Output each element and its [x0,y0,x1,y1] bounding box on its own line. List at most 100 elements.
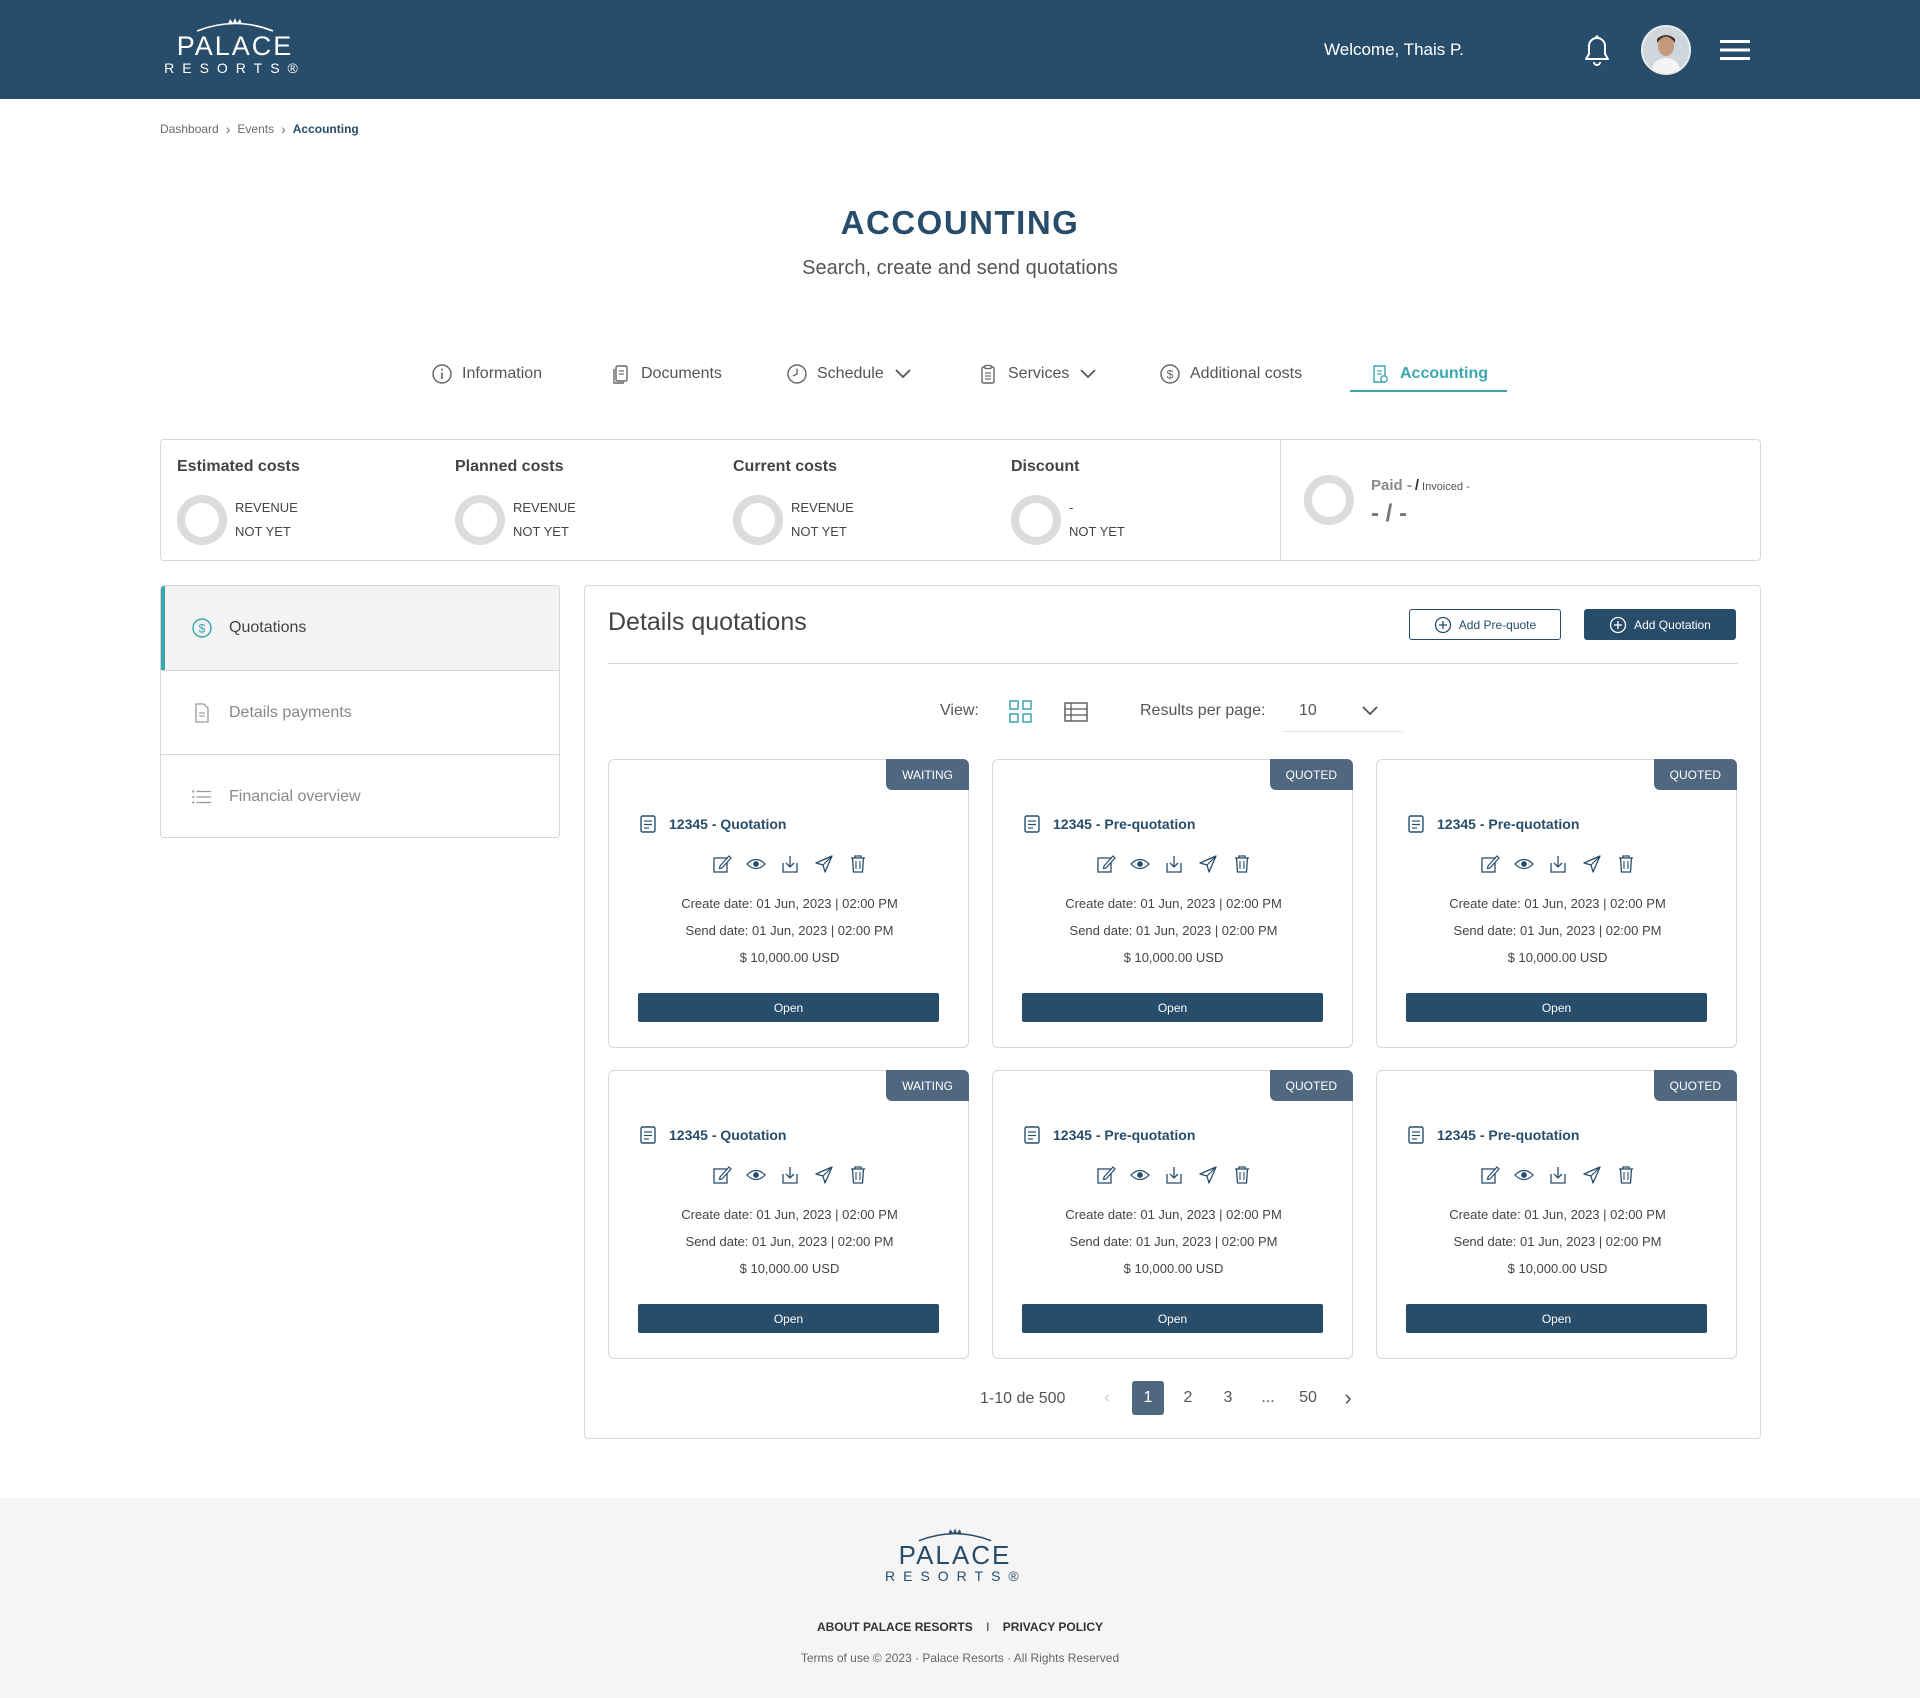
send-icon[interactable] [1582,1165,1602,1185]
edit-icon[interactable] [1480,1165,1500,1185]
edit-icon[interactable] [1096,1165,1116,1185]
eye-icon[interactable] [1513,1165,1534,1185]
trash-icon[interactable] [1232,1165,1252,1185]
results-per-page-select[interactable]: 10 [1283,692,1403,732]
quotation-card: WAITING 12345 - Quotation Create date: 01 … [608,759,969,1048]
page-3[interactable]: 3 [1212,1381,1244,1415]
tab-label: Information [462,365,543,382]
open-button[interactable]: Open [1406,1304,1707,1333]
send-icon[interactable] [1582,854,1602,874]
notification-bell-icon[interactable] [1580,32,1614,68]
privacy-policy-link[interactable]: PRIVACY POLICY [1003,1620,1103,1634]
sidebar-item-details-payments[interactable]: Details payments [161,671,559,755]
tab-schedule[interactable]: Schedule [786,356,912,392]
trash-icon[interactable] [1616,854,1636,874]
open-button[interactable]: Open [1406,993,1707,1022]
palace-resorts-logo[interactable]: PALACE RESORTS® [160,18,310,76]
previous-page-icon[interactable]: ‹ [1091,1381,1123,1415]
link-separator: I [986,1620,990,1634]
sidebar-item-financial-overview[interactable]: Financial overview [161,755,559,837]
trash-icon[interactable] [848,1165,868,1185]
open-button[interactable]: Open [1022,1304,1323,1333]
edit-icon[interactable] [1480,854,1500,874]
quotation-card: WAITING 12345 - Quotation Create date: 01 … [608,1070,969,1359]
send-icon[interactable] [814,1165,834,1185]
add-pre-quote-button[interactable]: Add Pre-quote [1409,609,1561,640]
user-avatar[interactable] [1641,25,1691,75]
quotation-title[interactable]: 12345 - Pre-quotation [1437,1127,1579,1143]
download-icon[interactable] [780,854,800,874]
page-50[interactable]: 50 [1292,1381,1324,1415]
panel-title: Details quotations [608,608,807,636]
amount: $ 10,000.00 USD [1123,1261,1224,1276]
footer-links: ABOUT PALACE RESORTS I PRIVACY POLICY [0,1620,1920,1634]
about-link[interactable]: ABOUT PALACE RESORTS [817,1620,973,1634]
edit-icon[interactable] [712,854,732,874]
download-icon[interactable] [1548,854,1568,874]
send-date: Send date: 01 Jun, 2023 | 02:00 PM [1069,1234,1278,1249]
tab-services[interactable]: Services [977,356,1097,392]
progress-ring [1011,495,1061,545]
quotation-title[interactable]: 12345 - Quotation [669,816,786,832]
eye-icon[interactable] [745,1165,766,1185]
page-title: ACCOUNTING [840,204,1080,241]
trash-icon[interactable] [1232,854,1252,874]
eye-icon[interactable] [1513,854,1534,874]
send-icon[interactable] [814,854,834,874]
edit-icon[interactable] [1096,854,1116,874]
page-2[interactable]: 2 [1172,1381,1204,1415]
send-icon[interactable] [1198,854,1218,874]
button-label: Add Pre-quote [1458,617,1537,632]
card-title: 12345 - Quotation [639,814,786,834]
add-quotation-button[interactable]: Add Quotation [1584,609,1736,640]
tab-information[interactable]: Information [431,356,542,392]
trash-icon[interactable] [1616,1165,1636,1185]
divider [608,663,1738,664]
palace-resorts-footer-logo[interactable]: PALACE RESORTS® [885,1528,1025,1584]
active-tab-indicator [1350,390,1507,392]
page-1[interactable]: 1 [1132,1381,1164,1415]
quotation-title[interactable]: 12345 - Quotation [669,1127,786,1143]
amount: $ 10,000.00 USD [1123,950,1224,965]
tab-accounting[interactable]: Accounting [1369,356,1488,392]
svg-text:$: $ [199,622,206,636]
open-button[interactable]: Open [638,993,939,1022]
receipt-icon [1373,365,1388,383]
tab-documents[interactable]: Documents [610,356,722,392]
quotation-title[interactable]: 12345 - Pre-quotation [1437,816,1579,832]
trash-icon[interactable] [848,854,868,874]
download-icon[interactable] [1164,1165,1184,1185]
plus-circle-icon [1609,616,1627,633]
tab-additional-costs[interactable]: $ Additional costs [1159,356,1302,392]
copyright-text: Terms of use © 2023 · Palace Resorts · A… [800,1651,1120,1665]
logo-text-palace: PALACE [176,31,294,61]
card-title: 12345 - Pre-quotation [1023,1125,1195,1145]
grid-view-icon[interactable] [1008,699,1034,725]
eye-icon[interactable] [1129,854,1150,874]
edit-icon[interactable] [712,1165,732,1185]
card-actions [993,1165,1354,1185]
summary-line1: REVENUE [791,500,854,515]
quotation-title[interactable]: 12345 - Pre-quotation [1053,1127,1195,1143]
open-button[interactable]: Open [638,1304,939,1333]
breadcrumb-dashboard[interactable]: Dashboard [160,122,219,136]
download-icon[interactable] [1164,854,1184,874]
download-icon[interactable] [1548,1165,1568,1185]
breadcrumb-events[interactable]: Events [237,122,274,136]
send-icon[interactable] [1198,1165,1218,1185]
list-view-icon[interactable] [1063,701,1089,723]
footer: PALACE RESORTS® ABOUT PALACE RESORTS I P… [0,1498,1920,1698]
eye-icon[interactable] [745,854,766,874]
hamburger-menu-icon[interactable] [1718,37,1752,63]
download-icon[interactable] [780,1165,800,1185]
next-page-icon[interactable]: › [1332,1381,1364,1415]
eye-icon[interactable] [1129,1165,1150,1185]
create-date: Create date: 01 Jun, 2023 | 02:00 PM [1065,896,1282,911]
sidebar-item-quotations[interactable]: $ Quotations [161,586,559,670]
quotation-title[interactable]: 12345 - Pre-quotation [1053,816,1195,832]
document-icon [1408,815,1424,833]
open-button[interactable]: Open [1022,993,1323,1022]
breadcrumb: Dashboard › Events › Accounting [160,121,359,137]
crown-logo-icon [196,18,274,32]
summary-current-costs: Current costs REVENUE NOT YET [717,440,995,560]
